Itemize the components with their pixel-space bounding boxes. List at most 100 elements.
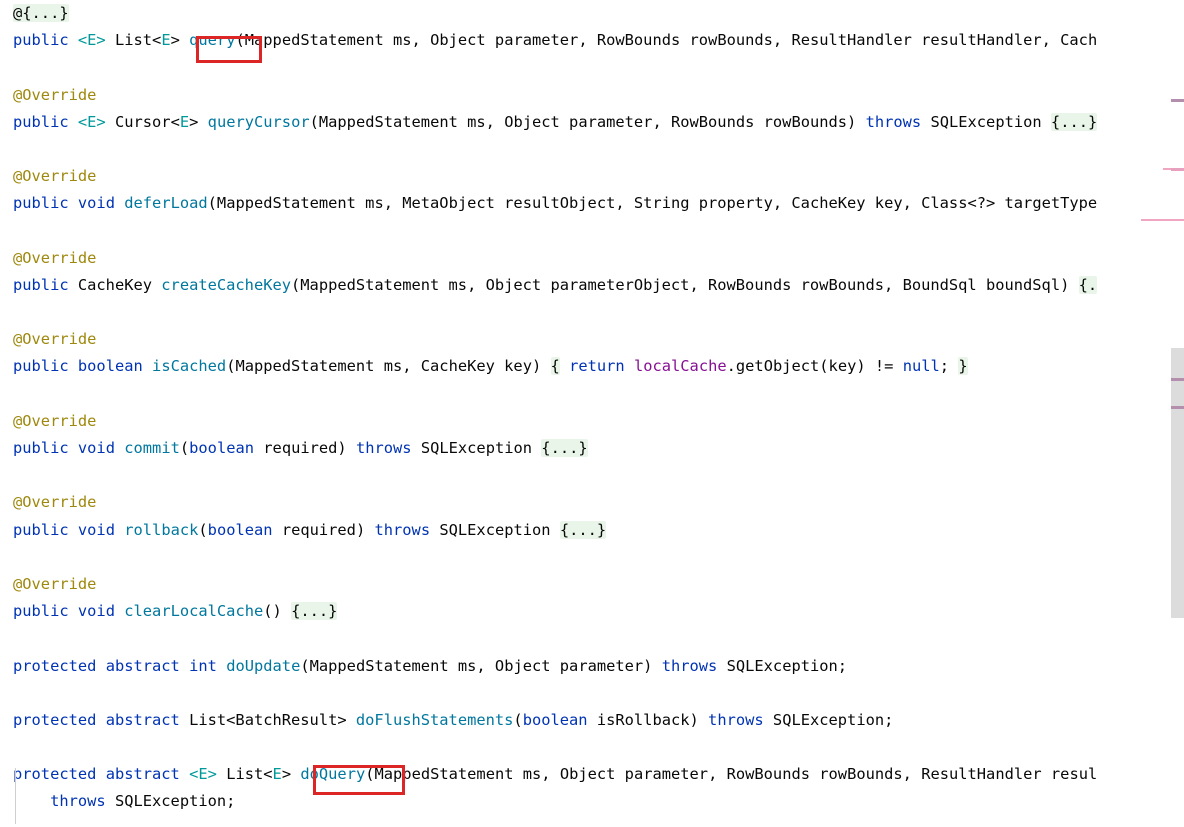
token-meth: commit xyxy=(124,439,180,457)
token-kw: throws xyxy=(865,112,922,131)
token-meth-boxed: query xyxy=(189,31,236,50)
token-fold: {...} xyxy=(541,439,588,457)
token-kw: void xyxy=(77,439,115,457)
token-anno: @Override xyxy=(13,167,97,186)
token-kw: return xyxy=(569,357,625,376)
token-kw: protected xyxy=(13,656,97,675)
token-meth-boxed: doQuery xyxy=(300,765,366,784)
token-plain: (MappedStatement ms, Object parameter, R… xyxy=(235,31,1098,50)
line-query-signature[interactable]: public <E> List<E> query(MappedStatement… xyxy=(0,27,1184,54)
line-clearlocalcache-signature[interactable]: public void clearLocalCache() {...} xyxy=(0,598,1184,625)
token-kw: boolean xyxy=(77,357,143,376)
token-meth: clearLocalCache xyxy=(124,602,264,621)
line-override-2[interactable]: @Override xyxy=(0,163,1184,190)
token-kw: null xyxy=(902,357,940,376)
scrollbar-mark-3[interactable] xyxy=(1171,378,1184,381)
token-kw: abstract xyxy=(105,765,180,784)
line-doquery-throws[interactable]: throws SQLException; xyxy=(0,788,1184,815)
scrollbar-mark-1[interactable] xyxy=(1171,99,1184,102)
line-override-4[interactable]: @Override xyxy=(0,326,1184,353)
line-blank-7[interactable] xyxy=(0,544,1184,571)
line-blank-9[interactable] xyxy=(0,680,1184,707)
token-meth: createCacheKey xyxy=(161,275,292,294)
line-blank-3[interactable] xyxy=(0,218,1184,245)
token-plain: Cursor< xyxy=(105,112,180,131)
token-plain: required) xyxy=(254,439,356,457)
token-kw: public xyxy=(13,194,69,213)
line-blank-10[interactable] xyxy=(0,734,1184,761)
line-override-3[interactable]: @Override xyxy=(0,245,1184,272)
line-override-1[interactable]: @Override xyxy=(0,82,1184,109)
token-kw: public xyxy=(13,520,69,539)
line-iscached-signature[interactable]: public boolean isCached(MappedStatement … xyxy=(0,353,1184,380)
line-blank-4[interactable] xyxy=(0,299,1184,326)
editor-vertical-scrollbar[interactable] xyxy=(1171,0,1184,827)
token-plain: SQLException xyxy=(430,520,560,539)
token-kw: throws xyxy=(708,710,764,729)
line-rollback-signature[interactable]: public void rollback(boolean required) t… xyxy=(0,517,1184,544)
token-plain: > xyxy=(281,765,301,784)
line-override-5[interactable]: @Override xyxy=(0,408,1184,435)
scrollbar-mark-2[interactable] xyxy=(1171,168,1184,171)
token-kw: public xyxy=(13,112,69,131)
token-plain: ; xyxy=(939,357,959,376)
token-plain: .getObject(key) != xyxy=(726,357,903,376)
line-blank-2[interactable] xyxy=(0,136,1184,163)
line-createcachekey-signature[interactable]: public CacheKey createCacheKey(MappedSta… xyxy=(0,272,1184,299)
line-override-7[interactable]: @Override xyxy=(0,571,1184,598)
line-folded-annotation[interactable]: @{...} xyxy=(0,0,1184,27)
token-field: localCache xyxy=(633,357,727,376)
line-blank-6[interactable] xyxy=(0,462,1184,489)
line-doupdate-signature[interactable]: protected abstract int doUpdate(MappedSt… xyxy=(0,653,1184,680)
token-kw: boolean xyxy=(207,520,273,539)
code-editor[interactable]: @{...} public <E> List<E> query(MappedSta… xyxy=(0,0,1184,827)
token-kw: protected xyxy=(13,710,97,729)
token-plain: SQLException; xyxy=(717,656,848,675)
line-override-6[interactable]: @Override xyxy=(0,489,1184,516)
token-gen: <E> xyxy=(189,765,217,784)
token-meth: queryCursor xyxy=(207,112,310,131)
token-kw: int xyxy=(189,656,217,675)
line-blank-1[interactable] xyxy=(0,54,1184,81)
token-kw: public xyxy=(13,439,69,457)
token-plain: isRollback) xyxy=(587,710,709,729)
token-fold: { xyxy=(550,357,560,376)
token-kw: protected xyxy=(13,765,97,784)
scrollbar-mark-4[interactable] xyxy=(1171,406,1184,409)
token-anno: @Override xyxy=(13,330,97,349)
token-gen: <E> xyxy=(77,112,106,131)
code-text-area[interactable]: @{...} public <E> List<E> query(MappedSta… xyxy=(0,0,1184,827)
token-fold: {...} xyxy=(291,602,338,621)
token-plain: SQLException xyxy=(411,439,542,457)
token-gen: E xyxy=(272,765,282,784)
line-blank-8[interactable] xyxy=(0,625,1184,652)
token-plain: ( xyxy=(513,710,523,729)
line-blank-5[interactable] xyxy=(0,381,1184,408)
line-doquery-signature[interactable]: protected abstract <E> List<E> doQuery(M… xyxy=(0,761,1184,788)
token-fold: @{...} xyxy=(13,4,69,22)
line-doflushstatements-signature[interactable]: protected abstract List<BatchResult> doF… xyxy=(0,707,1184,734)
token-gen: E xyxy=(161,31,171,50)
token-kw: throws xyxy=(355,439,412,457)
token-meth: rollback xyxy=(124,520,199,539)
token-anno: @Override xyxy=(13,85,97,104)
token-kw: throws xyxy=(374,520,431,539)
scrollbar-thumb[interactable] xyxy=(1171,348,1184,618)
line-deferload-signature[interactable]: public void deferLoad(MappedStatement ms… xyxy=(0,190,1184,217)
line-querycursor-signature[interactable]: public <E> Cursor<E> queryCursor(MappedS… xyxy=(0,109,1184,136)
token-kw: public xyxy=(13,275,69,294)
line-commit-signature[interactable]: public void commit(boolean required) thr… xyxy=(0,435,1184,462)
